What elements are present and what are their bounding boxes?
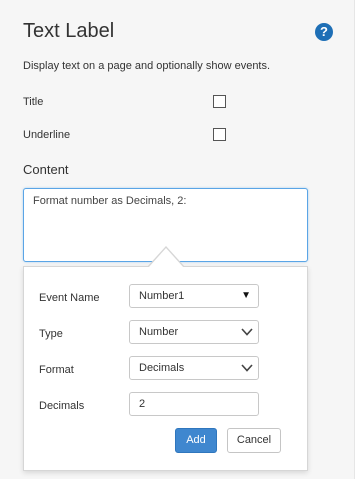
help-icon[interactable]: ? <box>315 23 333 41</box>
title-checkbox[interactable] <box>213 95 226 108</box>
chevron-down-icon <box>241 364 253 372</box>
chevron-down-icon <box>241 328 253 336</box>
event-name-value: Number1 <box>139 290 185 302</box>
event-name-label: Event Name <box>39 292 100 304</box>
underline-checkbox[interactable] <box>213 128 226 141</box>
type-label: Type <box>39 328 63 340</box>
cancel-button[interactable]: Cancel <box>227 428 281 453</box>
event-name-select[interactable]: Number1 ▼ <box>129 284 259 308</box>
text-label-settings-panel: Text Label ? Display text on a page and … <box>0 0 355 479</box>
type-select[interactable]: Number <box>129 320 259 344</box>
underline-option-label: Underline <box>23 129 71 141</box>
format-value: Decimals <box>139 362 185 374</box>
title-option-label: Title <box>23 96 44 108</box>
panel-description: Display text on a page and optionally sh… <box>23 60 271 72</box>
type-value: Number <box>139 326 179 338</box>
add-button[interactable]: Add <box>175 428 217 453</box>
decimals-label: Decimals <box>39 400 85 412</box>
decimals-input[interactable]: 2 <box>129 392 259 416</box>
format-label: Format <box>39 364 74 376</box>
format-select[interactable]: Decimals <box>129 356 259 380</box>
popup-pointer-fill <box>148 248 184 268</box>
panel-title: Text Label <box>23 20 115 42</box>
caret-down-icon: ▼ <box>241 290 251 301</box>
content-label: Content <box>23 162 69 177</box>
